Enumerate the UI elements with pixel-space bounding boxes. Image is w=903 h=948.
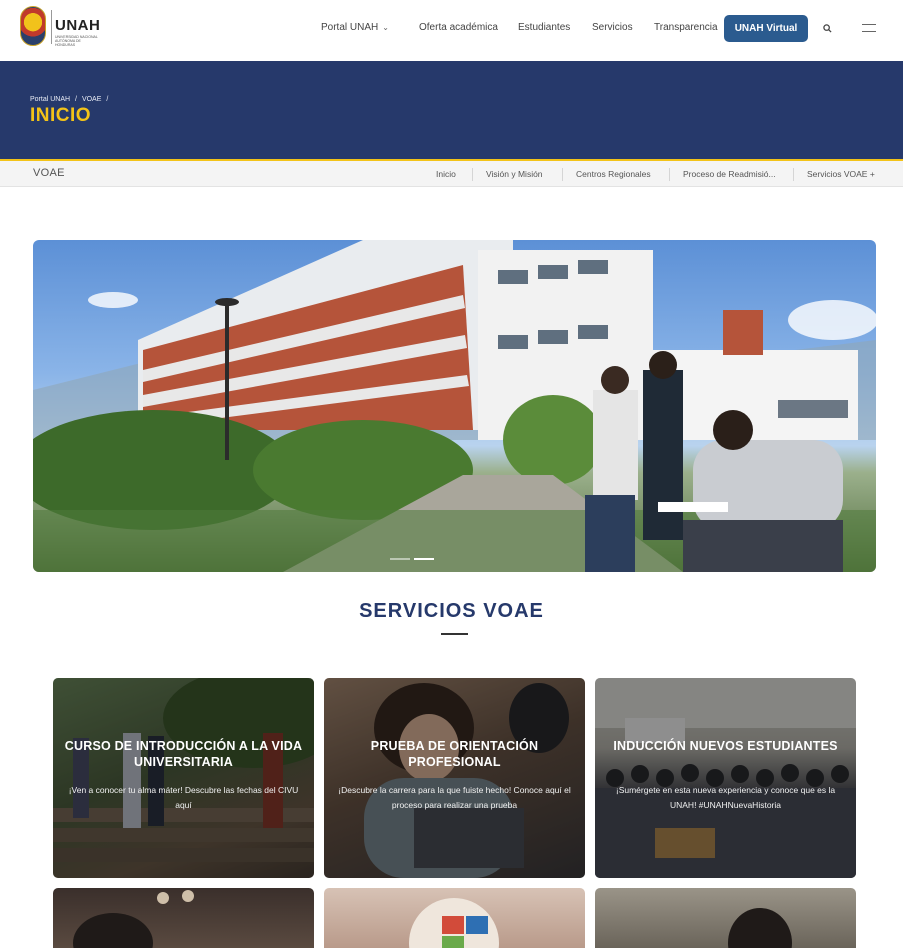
nav-portal-unah-label: Portal UNAH: [321, 22, 379, 33]
section-subnav: VOAE Inicio Visión y Misión Centros Regi…: [0, 161, 903, 187]
subnav-proceso-readmision[interactable]: Proceso de Readmisió...: [683, 169, 776, 179]
breadcrumb-separator: /: [75, 96, 77, 103]
card-overlay: [324, 678, 585, 878]
card-title: PRUEBA DE ORIENTACIÓN PROFESIONAL: [370, 739, 539, 769]
card-description: ¡Descubre la carrera para la que fuiste …: [338, 785, 571, 810]
unah-seal-logo[interactable]: [20, 6, 46, 46]
subnav-divider: [472, 168, 473, 181]
subnav-divider: [562, 168, 563, 181]
service-card-row2-1[interactable]: [53, 888, 314, 948]
slider-dot-1[interactable]: [390, 558, 410, 560]
nav-portal-unah[interactable]: Portal UNAH ⌄: [321, 22, 389, 33]
breadcrumb-portal-unah[interactable]: Portal UNAH: [30, 96, 70, 103]
breadcrumb-separator: /: [106, 96, 109, 103]
row2-photo-3: [728, 908, 792, 948]
service-card-row2-2[interactable]: [324, 888, 585, 948]
unah-virtual-button[interactable]: UNAH Virtual: [724, 15, 808, 42]
hamburger-menu-icon[interactable]: [862, 24, 876, 32]
subnav-inicio[interactable]: Inicio: [436, 169, 456, 179]
logo-divider: [51, 10, 52, 44]
card-overlay: [595, 678, 856, 878]
nav-oferta-academica[interactable]: Oferta académica: [419, 22, 498, 33]
card-description: ¡Sumérgete en esta nueva experiencia y c…: [615, 785, 836, 810]
slider-dot-2[interactable]: [414, 558, 434, 560]
card-overlay: [53, 678, 314, 878]
card-description: ¡Ven a conocer tu alma máter! Descubre l…: [68, 785, 299, 810]
section-title-underline: [441, 633, 468, 635]
search-icon[interactable]: [823, 24, 832, 33]
nav-transparencia[interactable]: Transparencia: [654, 22, 718, 33]
subnav-divider: [793, 168, 794, 181]
subnav-centros-regionales[interactable]: Centros Regionales: [576, 169, 651, 179]
card-title: INDUCCIÓN NUEVOS ESTUDIANTES: [613, 739, 838, 753]
page-header-band: [0, 61, 903, 159]
service-card-orientacion[interactable]: PRUEBA DE ORIENTACIÓN PROFESIONAL ¡Descu…: [324, 678, 585, 878]
nav-servicios[interactable]: Servicios: [592, 22, 633, 33]
hero-image-slider[interactable]: [33, 240, 876, 572]
row2-photo-2: [409, 898, 499, 948]
page-title: INICIO: [30, 105, 92, 126]
section-title: SERVICIOS VOAE: [359, 600, 544, 622]
service-card-row2-3[interactable]: [595, 888, 856, 948]
nav-estudiantes[interactable]: Estudiantes: [518, 22, 570, 33]
subnav-title[interactable]: VOAE: [33, 167, 65, 179]
brand-name[interactable]: UNAH: [55, 17, 100, 34]
subnav-servicios-voae[interactable]: Servicios VOAE +: [807, 169, 875, 179]
breadcrumb: Portal UNAH / VOAE /: [30, 96, 111, 103]
card-title: CURSO DE INTRODUCCIÓN A LA VIDA UNIVERSI…: [64, 739, 303, 769]
subnav-vision-mision[interactable]: Visión y Misión: [486, 169, 543, 179]
row2-photo-1: [73, 890, 194, 948]
campus-photo: [33, 240, 876, 572]
brand-subtitle: UNIVERSIDAD NACIONAL AUTÓNOMA DE HONDURA…: [55, 35, 98, 47]
breadcrumb-voae[interactable]: VOAE: [82, 96, 101, 103]
service-card-induccion[interactable]: INDUCCIÓN NUEVOS ESTUDIANTES ¡Sumérgete …: [595, 678, 856, 878]
subnav-divider: [669, 168, 670, 181]
chevron-down-icon: ⌄: [382, 23, 389, 32]
service-card-civu[interactable]: CURSO DE INTRODUCCIÓN A LA VIDA UNIVERSI…: [53, 678, 314, 878]
top-navigation: UNAH UNIVERSIDAD NACIONAL AUTÓNOMA DE HO…: [0, 0, 903, 61]
